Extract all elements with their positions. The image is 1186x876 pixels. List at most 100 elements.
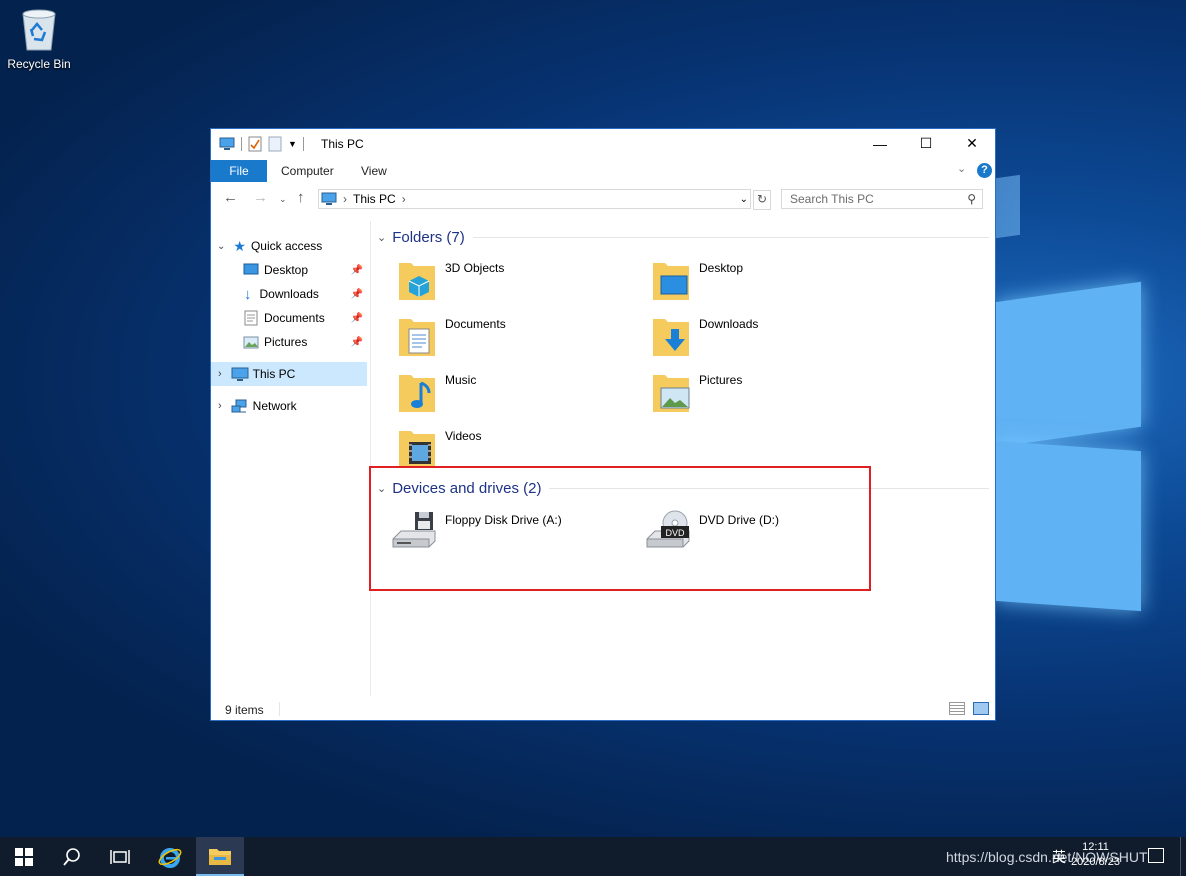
nav-network[interactable]: › Network xyxy=(211,394,367,418)
computer-icon xyxy=(231,367,249,381)
new-folder-icon[interactable] xyxy=(268,136,282,152)
nav-label: This PC xyxy=(252,367,296,381)
file-explorer-icon xyxy=(209,848,231,865)
expand-chevron-icon[interactable]: › xyxy=(218,400,222,412)
internet-explorer-button[interactable] xyxy=(146,837,194,876)
task-view-button[interactable] xyxy=(96,837,144,876)
recycle-bin-shortcut[interactable]: Recycle Bin xyxy=(4,6,74,71)
start-button[interactable] xyxy=(0,837,48,876)
network-icon xyxy=(231,399,247,412)
tab-computer[interactable]: Computer xyxy=(267,160,348,182)
customize-toolbar-dropdown-icon[interactable]: ▼ xyxy=(288,139,297,149)
large-icons-view-icon[interactable] xyxy=(973,702,989,715)
forward-arrow-icon[interactable]: → xyxy=(253,189,268,206)
tile-label: Pictures xyxy=(699,373,743,387)
nav-pinned-pictures[interactable]: Pictures 📌 xyxy=(211,330,367,354)
file-explorer-taskbar-button[interactable] xyxy=(196,837,244,876)
tile-label: Music xyxy=(445,373,477,387)
ribbon-tabs: File Computer View ⌄ ? xyxy=(211,160,995,182)
address-box[interactable]: › This PC › ⌄ xyxy=(318,189,751,209)
clock-date: 2020/8/23 xyxy=(1071,856,1120,868)
content-pane: ⌄ Folders (7) 3D Objects Desktop Documen… xyxy=(371,221,993,696)
group-title: Folders (7) xyxy=(392,229,465,246)
maximize-button[interactable]: ☐ xyxy=(903,129,949,158)
download-arrow-icon: ↓ xyxy=(244,285,252,303)
computer-icon xyxy=(219,137,235,150)
group-header-folders[interactable]: ⌄ Folders (7) xyxy=(377,229,989,246)
folder-desktop-icon xyxy=(653,263,689,300)
group-rule xyxy=(472,237,989,238)
folder-music-icon xyxy=(399,375,435,412)
windows-start-icon xyxy=(15,847,33,866)
folder-tile-videos[interactable]: Videos xyxy=(397,425,481,471)
pictures-icon xyxy=(243,336,259,348)
show-desktop-button[interactable] xyxy=(1180,837,1186,876)
folder-tile-downloads[interactable]: Downloads xyxy=(651,313,758,359)
star-icon: ★ xyxy=(233,237,246,254)
search-input[interactable]: Search This PC ⚲ xyxy=(781,189,983,209)
nav-label: Network xyxy=(252,399,297,413)
nav-quick-access[interactable]: ⌄ ★ Quick access xyxy=(211,234,367,258)
nav-this-pc[interactable]: › This PC xyxy=(211,362,367,386)
task-view-icon xyxy=(110,849,130,864)
title-bar: ▼ This PC — ☐ ✕ xyxy=(211,129,995,159)
folder-tile-documents[interactable]: Documents xyxy=(397,313,506,359)
internet-explorer-icon xyxy=(158,847,182,868)
folder-tile-3d-objects[interactable]: 3D Objects xyxy=(397,257,504,303)
address-history-chevron-icon[interactable]: ⌄ xyxy=(740,194,748,205)
breadcrumb-separator-icon[interactable]: › xyxy=(402,192,406,206)
highlight-box-devices xyxy=(369,466,871,591)
taskbar: https://blog.csdn.net/NOWSHUT 英 12:11 20… xyxy=(0,837,1186,876)
status-bar: 9 items xyxy=(211,699,995,721)
folder-tile-music[interactable]: Music xyxy=(397,369,476,415)
folder-tile-pictures[interactable]: Pictures xyxy=(651,369,742,415)
nav-pinned-desktop[interactable]: Desktop 📌 xyxy=(211,258,367,282)
pin-icon: 📌 xyxy=(350,336,363,348)
nav-pinned-downloads[interactable]: ↓ Downloads 📌 xyxy=(211,282,367,306)
details-view-icon[interactable] xyxy=(949,702,965,715)
tab-view[interactable]: View xyxy=(347,160,401,182)
separator xyxy=(279,702,280,716)
refresh-icon[interactable]: ↻ xyxy=(753,190,771,210)
folder-3d-objects-icon xyxy=(399,263,435,300)
navigation-pane: ⌄ ★ Quick access Desktop 📌 ↓ Downloads 📌… xyxy=(211,229,371,699)
tile-label: Videos xyxy=(445,429,482,443)
clock[interactable]: 12:11 2020/8/23 xyxy=(1071,840,1120,870)
pin-icon: 📌 xyxy=(350,288,363,300)
folder-pictures-icon xyxy=(653,375,690,412)
desktop-icon xyxy=(243,263,259,275)
tab-file[interactable]: File xyxy=(211,160,267,182)
separator xyxy=(302,137,304,151)
search-icon xyxy=(63,847,80,866)
search-icon: ⚲ xyxy=(967,192,976,206)
back-arrow-icon[interactable]: ← xyxy=(223,189,238,206)
up-arrow-icon[interactable]: ↑ xyxy=(297,189,305,206)
nav-label: Pictures xyxy=(264,335,308,349)
breadcrumb-separator-icon: › xyxy=(343,192,347,206)
notification-center-icon[interactable] xyxy=(1148,848,1164,863)
item-count: 9 items xyxy=(225,703,264,717)
search-button[interactable] xyxy=(48,837,96,876)
ime-indicator[interactable]: 英 xyxy=(1052,847,1066,867)
expand-chevron-icon[interactable]: ⌄ xyxy=(217,241,225,252)
tile-label: Downloads xyxy=(699,317,759,331)
recycle-bin-icon xyxy=(22,9,56,51)
expand-ribbon-chevron-icon[interactable]: ⌄ xyxy=(957,162,966,175)
tile-label: Desktop xyxy=(699,261,744,275)
pin-icon: 📌 xyxy=(350,312,363,324)
properties-icon[interactable] xyxy=(248,136,262,152)
close-button[interactable]: ✕ xyxy=(949,129,995,158)
minimize-button[interactable]: — xyxy=(857,129,903,158)
collapse-chevron-icon[interactable]: ⌄ xyxy=(377,231,386,244)
breadcrumb-this-pc[interactable]: This PC xyxy=(353,192,396,206)
nav-label: Quick access xyxy=(250,239,323,253)
nav-label: Downloads xyxy=(259,287,319,301)
separator xyxy=(241,137,242,151)
help-icon[interactable]: ? xyxy=(977,163,992,178)
expand-chevron-icon[interactable]: › xyxy=(218,368,222,380)
search-placeholder: Search This PC xyxy=(790,192,874,206)
nav-pinned-documents[interactable]: Documents 📌 xyxy=(211,306,367,330)
recent-locations-chevron-icon[interactable]: ⌄ xyxy=(279,194,287,205)
folder-downloads-icon xyxy=(653,319,689,356)
folder-tile-desktop[interactable]: Desktop xyxy=(651,257,743,303)
